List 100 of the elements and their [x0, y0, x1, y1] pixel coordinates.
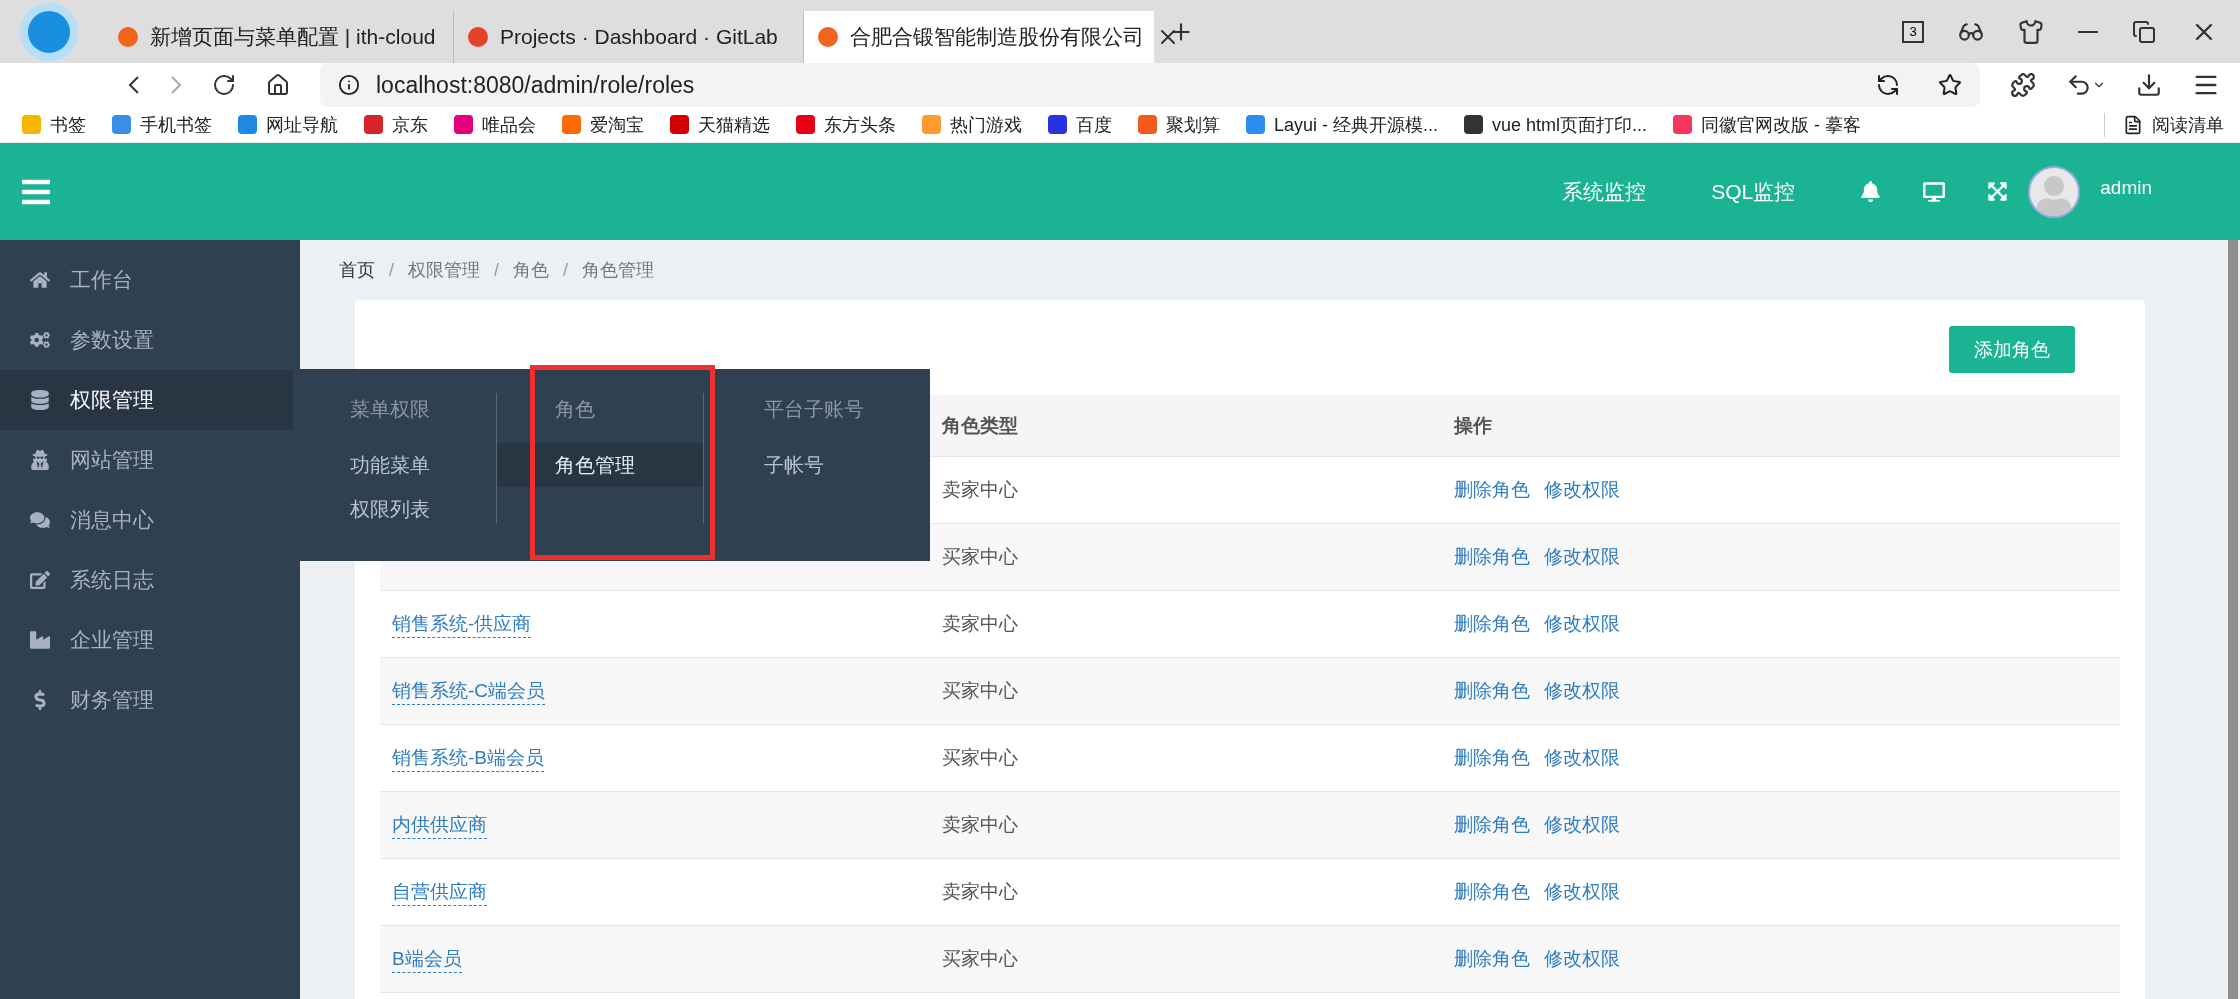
- bookmark-link[interactable]: 聚划算: [1138, 112, 1220, 137]
- breadcrumb-separator: /: [494, 259, 500, 281]
- bookmark-link[interactable]: 东方头条: [796, 112, 896, 137]
- fullscreen-icon[interactable]: [1987, 181, 2009, 202]
- undo-icon[interactable]: [2066, 72, 2106, 98]
- bookmark-link[interactable]: 爱淘宝: [562, 112, 644, 137]
- bookmark-link[interactable]: 京东: [364, 112, 428, 137]
- list-icon: [2123, 114, 2143, 135]
- bookmark-link[interactable]: 书签: [22, 112, 86, 137]
- table-cell-text: 买家中心: [942, 947, 1018, 971]
- table-cell-text: 买家中心: [942, 545, 1018, 569]
- home-button[interactable]: [266, 73, 290, 97]
- sidebar-label: 参数设置: [70, 327, 154, 353]
- reload-button[interactable]: [212, 73, 236, 97]
- role-name-link[interactable]: 销售系统-供应商: [392, 610, 532, 638]
- bookmark-link[interactable]: Layui - 经典开源模...: [1246, 112, 1439, 137]
- table-cell-text: 卖家中心: [942, 813, 1018, 837]
- restore-button[interactable]: [2132, 19, 2156, 44]
- bell-icon[interactable]: [1860, 181, 1882, 202]
- breadcrumb-link[interactable]: 角色: [513, 258, 550, 282]
- download-icon[interactable]: [2136, 72, 2162, 98]
- submenu-heading: 平台子账号: [763, 396, 864, 422]
- role-name-link[interactable]: 销售系统-C端会员: [392, 677, 546, 705]
- column-header: 角色类型: [942, 413, 1018, 438]
- breadcrumb-separator: /: [563, 259, 569, 281]
- role-name-link[interactable]: 销售系统-B端会员: [392, 744, 544, 772]
- scrollbar-thumb[interactable]: [2227, 240, 2238, 999]
- action-link[interactable]: 删除角色: [1454, 678, 1530, 704]
- table-cell-text: 卖家中心: [942, 880, 1018, 904]
- sidebar-label: 消息中心: [70, 507, 154, 533]
- action-link[interactable]: 删除角色: [1454, 879, 1530, 905]
- submenu-item[interactable]: 角色管理: [497, 443, 703, 487]
- sidebar-label: 权限管理: [70, 387, 154, 413]
- action-link[interactable]: 删除角色: [1454, 544, 1530, 570]
- bookmark-link[interactable]: 唯品会: [454, 112, 536, 137]
- reading-list-button[interactable]: 阅读清单: [2104, 112, 2224, 137]
- action-link[interactable]: 修改权限: [1544, 946, 1620, 972]
- database-icon: [30, 390, 50, 410]
- tab-favicon: [818, 27, 838, 47]
- table-cell-text: 卖家中心: [942, 612, 1018, 636]
- bookmark-link[interactable]: 天猫精选: [670, 112, 770, 137]
- sidebar-label: 企业管理: [70, 627, 154, 653]
- monitor-icon[interactable]: [1923, 180, 1946, 203]
- action-link[interactable]: 修改权限: [1544, 812, 1620, 838]
- tab-favicon: [468, 27, 488, 47]
- breadcrumb-link[interactable]: 角色管理: [582, 258, 655, 282]
- role-name-link[interactable]: 自营供应商: [392, 878, 487, 906]
- factory-icon: [30, 630, 50, 650]
- submenu-heading: 角色: [555, 396, 596, 422]
- bookmark-link[interactable]: 手机书签: [112, 112, 212, 137]
- action-link[interactable]: 修改权限: [1544, 544, 1620, 570]
- role-name-link[interactable]: 内供供应商: [392, 811, 487, 839]
- table-cell-text: 卖家中心: [942, 478, 1018, 502]
- shirt-icon[interactable]: [2018, 18, 2044, 45]
- header-link[interactable]: SQL监控: [1711, 177, 1796, 206]
- action-link[interactable]: 删除角色: [1454, 477, 1530, 503]
- action-link[interactable]: 删除角色: [1454, 812, 1530, 838]
- action-link[interactable]: 修改权限: [1544, 477, 1620, 503]
- puzzle-icon[interactable]: [2010, 72, 2036, 98]
- home-icon: [30, 270, 50, 290]
- bookmark-link[interactable]: 同徽官网改版 - 摹客: [1673, 112, 1862, 137]
- edit-icon: [30, 570, 50, 590]
- tab-count[interactable]: 3: [1902, 20, 1924, 43]
- action-link[interactable]: 删除角色: [1454, 611, 1530, 637]
- info-icon: [338, 74, 360, 96]
- tab-favicon: [118, 27, 138, 47]
- user-name[interactable]: admin: [2100, 176, 2152, 199]
- mask-icon: [30, 450, 50, 470]
- sidebar-item[interactable]: 工作台: [0, 250, 300, 310]
- action-link[interactable]: 修改权限: [1544, 678, 1620, 704]
- bookmark-link[interactable]: 网址导航: [238, 112, 338, 137]
- action-link[interactable]: 删除角色: [1454, 745, 1530, 771]
- action-link[interactable]: 修改权限: [1544, 879, 1620, 905]
- bookmark-link[interactable]: vue html页面打印...: [1464, 112, 1648, 137]
- sidebar-item[interactable]: 权限管理: [0, 370, 293, 430]
- bookmark-link[interactable]: 百度: [1048, 112, 1112, 137]
- share-icon[interactable]: [1876, 73, 1900, 97]
- star-icon[interactable]: [1938, 73, 1962, 97]
- back-button[interactable]: [128, 75, 140, 95]
- header-link[interactable]: 系统监控: [1562, 177, 1647, 206]
- minimize-button[interactable]: [2078, 30, 2098, 33]
- breadcrumb-link[interactable]: 权限管理: [408, 258, 480, 282]
- sidebar-item[interactable]: 参数设置: [0, 310, 300, 370]
- action-link[interactable]: 删除角色: [1454, 946, 1530, 972]
- action-link[interactable]: 修改权限: [1544, 745, 1620, 771]
- table-cell-text: 买家中心: [942, 679, 1018, 703]
- submenu-item[interactable]: 子帐号: [703, 443, 930, 487]
- role-name-link[interactable]: B端会员: [392, 945, 462, 973]
- sidebar-item[interactable]: 系统日志: [0, 550, 300, 610]
- sidebar-label: 财务管理: [70, 687, 154, 713]
- bookmark-link[interactable]: 热门游戏: [922, 112, 1022, 137]
- sidebar-item[interactable]: 企业管理: [0, 610, 300, 670]
- breadcrumb-link[interactable]: 首页: [339, 258, 375, 282]
- action-link[interactable]: 修改权限: [1544, 611, 1620, 637]
- address-bar[interactable]: localhost:8080/admin/role/roles: [320, 63, 1980, 107]
- add-role-button[interactable]: 添加角色: [1949, 326, 2075, 373]
- sidebar-item[interactable]: 财务管理: [0, 670, 300, 730]
- sidebar-label: 系统日志: [70, 567, 154, 593]
- column-header: 操作: [1454, 413, 1492, 438]
- sidebar-label: 网站管理: [70, 447, 154, 473]
